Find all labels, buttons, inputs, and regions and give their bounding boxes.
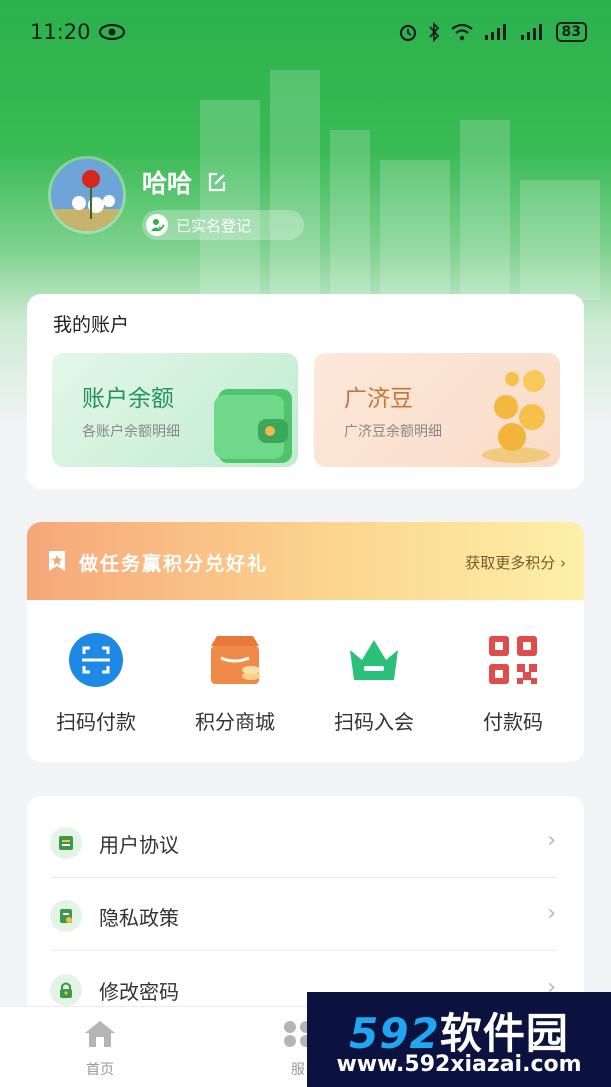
shortcut-label: 扫码入会 xyxy=(334,710,414,734)
coins-icon xyxy=(482,370,550,463)
watermark-url: www.592xiazai.com xyxy=(336,1052,582,1077)
account-card: 我的账户 账户余额 各账户余额明细 广济豆 广济豆余额明细 xyxy=(27,294,584,489)
status-time: 11:20 xyxy=(30,20,91,44)
chevron-right-icon: › xyxy=(547,901,556,926)
signal-icon xyxy=(484,24,506,40)
chevron-right-icon: › xyxy=(547,828,556,853)
tab-home[interactable]: 首页 xyxy=(60,1019,140,1079)
shortcut-scan-pay[interactable]: 扫码付款 xyxy=(36,632,156,735)
chevron-right-icon: › xyxy=(560,554,566,572)
shortcut-payment-code[interactable]: 付款码 xyxy=(453,632,573,735)
edit-icon[interactable] xyxy=(206,171,228,193)
tab-label: 首页 xyxy=(86,1062,114,1078)
menu-label: 隐私政策 xyxy=(99,906,179,930)
account-title: 我的账户 xyxy=(53,314,130,336)
shortcut-grid: 扫码付款 积分商城 扫码入会 付款码 xyxy=(27,600,584,762)
qr-code-icon xyxy=(489,636,537,684)
signal-icon-2 xyxy=(520,24,542,40)
bookmark-star-icon xyxy=(49,551,65,571)
wallet-icon xyxy=(214,389,292,463)
verified-user-icon xyxy=(146,214,168,236)
verification-status: 已实名登记 xyxy=(176,216,252,235)
balance-title: 账户余额 xyxy=(82,386,174,412)
home-icon xyxy=(85,1021,115,1047)
more-points-label: 获取更多积分 xyxy=(465,554,556,572)
username: 哈哈 xyxy=(142,169,193,198)
task-banner[interactable]: 做任务赢积分兑好礼 获取更多积分 › xyxy=(27,522,584,600)
task-banner-text: 做任务赢积分兑好礼 xyxy=(79,553,269,575)
verification-badge: 已实名登记 xyxy=(142,210,304,240)
account-balance-card[interactable]: 账户余额 各账户余额明细 xyxy=(52,353,298,467)
status-bar: 11:20 83 xyxy=(0,0,611,64)
shortcut-scan-join[interactable]: 扫码入会 xyxy=(314,632,434,735)
eye-icon xyxy=(98,24,125,40)
menu-label: 用户协议 xyxy=(99,833,179,857)
balance-subtitle: 各账户余额明细 xyxy=(82,424,180,440)
menu-item-user-agreement[interactable]: 用户协议 › xyxy=(27,810,584,883)
divider xyxy=(51,950,557,951)
beans-title: 广济豆 xyxy=(344,386,413,412)
beans-subtitle: 广济豆余额明细 xyxy=(344,424,442,440)
privacy-icon xyxy=(50,900,82,932)
crown-icon xyxy=(350,640,398,680)
shortcut-label: 积分商城 xyxy=(195,710,275,734)
site-watermark: 592软件园 www.592xiazai.com xyxy=(307,992,611,1087)
divider xyxy=(51,877,557,878)
beans-card[interactable]: 广济豆 广济豆余额明细 xyxy=(314,353,560,467)
profile-header: 哈哈 已实名登记 xyxy=(48,156,304,240)
alarm-icon xyxy=(399,24,416,42)
bluetooth-icon xyxy=(428,22,439,42)
more-points-link[interactable]: 获取更多积分 › xyxy=(465,552,566,573)
shortcut-label: 扫码付款 xyxy=(56,710,136,734)
watermark-brand: 软件园 xyxy=(439,1009,569,1058)
shortcut-points-mall[interactable]: 积分商城 xyxy=(175,632,295,735)
shortcut-label: 付款码 xyxy=(483,710,543,734)
wifi-icon xyxy=(450,23,473,41)
menu-item-privacy-policy[interactable]: 隐私政策 › xyxy=(27,883,584,956)
points-mall-icon xyxy=(211,636,260,684)
agreement-icon xyxy=(50,827,82,859)
menu-label: 修改密码 xyxy=(99,980,179,1004)
battery-indicator: 83 xyxy=(555,22,587,42)
scan-pay-icon xyxy=(69,633,123,687)
lock-icon xyxy=(50,974,82,1006)
avatar[interactable] xyxy=(48,156,126,234)
watermark-digits: 592 xyxy=(349,1009,440,1058)
